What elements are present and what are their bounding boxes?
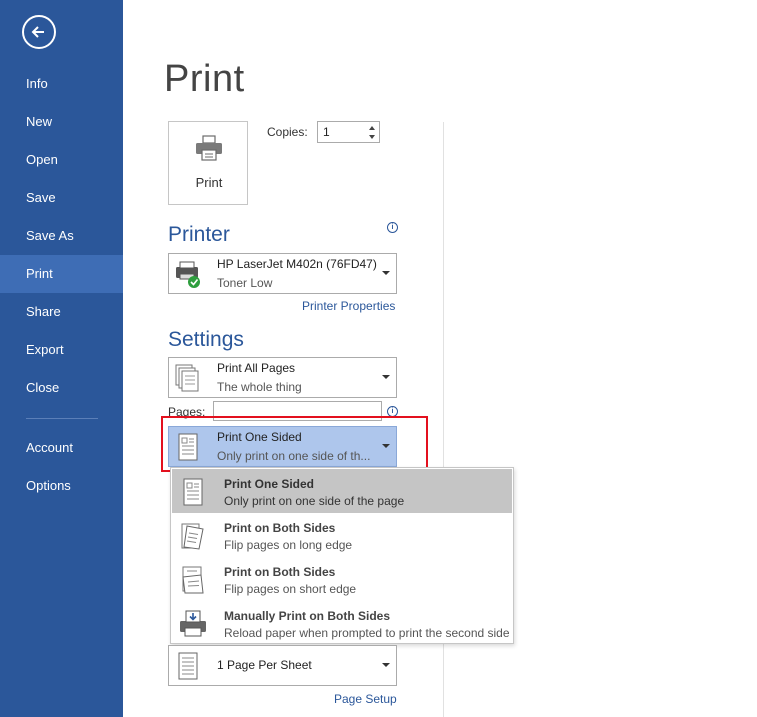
print-pane: Print Print Copies: 1 Printer i HP Laser… [123, 0, 757, 717]
menu-item-subtitle: Flip pages on long edge [224, 538, 353, 552]
menu-item-both-short-edge[interactable]: Print on Both Sides Flip pages on short … [172, 557, 512, 601]
menu-item-subtitle: Only print on one side of the page [224, 494, 405, 508]
one-sided-page-icon [178, 433, 198, 461]
printer-icon [196, 135, 222, 161]
sided-menu: Print One Sided Only print on one side o… [170, 467, 514, 644]
menu-item-subtitle: Flip pages on short edge [224, 582, 357, 596]
nav-item-save-as[interactable]: Save As [0, 217, 123, 255]
print-button[interactable]: Print [168, 121, 248, 205]
spin-up-icon[interactable] [367, 124, 377, 132]
pages-label: Pages: [168, 405, 206, 419]
chevron-down-icon [382, 444, 390, 448]
nav-item-save[interactable]: Save [0, 179, 123, 217]
menu-item-subtitle: Reload paper when prompted to print the … [224, 626, 510, 640]
nav-item-open[interactable]: Open [0, 141, 123, 179]
pages-per-sheet-dropdown[interactable]: 1 Page Per Sheet [168, 645, 397, 686]
menu-item-title: Print on Both Sides [224, 521, 336, 535]
menu-item-both-long-edge[interactable]: Print on Both Sides Flip pages on long e… [172, 513, 512, 557]
nav-item-print[interactable]: Print [0, 255, 123, 293]
printer-name: HP LaserJet M402n (76FD47) [217, 257, 377, 271]
chevron-down-icon [382, 271, 390, 275]
menu-item-one-sided[interactable]: Print One Sided Only print on one side o… [172, 469, 512, 513]
copies-stepper[interactable]: 1 [317, 121, 380, 143]
printer-dropdown[interactable]: HP LaserJet M402n (76FD47) Toner Low [168, 253, 397, 294]
spin-down-icon[interactable] [367, 133, 377, 141]
nav-item-info[interactable]: Info [0, 65, 123, 103]
nav-item-close[interactable]: Close [0, 369, 123, 407]
copies-label: Copies: [267, 125, 308, 139]
nav-item-options[interactable]: Options [0, 467, 123, 505]
page-title: Print [164, 58, 245, 100]
nav-divider [26, 418, 98, 419]
nav-item-new[interactable]: New [0, 103, 123, 141]
printer-status: Toner Low [217, 276, 273, 290]
flip-short-edge-icon [182, 566, 204, 594]
pages-per-sheet-title: 1 Page Per Sheet [217, 658, 312, 672]
backstage-sidebar: Info New Open Save Save As Print Share E… [0, 0, 123, 717]
pages-range-title: Print All Pages [217, 361, 296, 375]
sided-subtitle: Only print on one side of th... [217, 449, 371, 463]
menu-item-title: Print One Sided [224, 477, 315, 491]
pages-range-dropdown[interactable]: Print All Pages The whole thing [168, 357, 397, 398]
info-icon[interactable]: i [387, 222, 398, 233]
printer-properties-link[interactable]: Printer Properties [302, 299, 395, 313]
one-sided-page-icon [183, 478, 203, 506]
settings-heading: Settings [168, 328, 244, 351]
back-arrow-icon [31, 26, 44, 38]
one-page-per-sheet-icon [178, 652, 198, 680]
flip-long-edge-icon [181, 523, 204, 550]
all-pages-icon [175, 364, 199, 392]
nav-item-account[interactable]: Account [0, 429, 123, 467]
sided-dropdown[interactable]: Print One Sided Only print on one side o… [168, 426, 397, 467]
pages-input[interactable] [213, 401, 382, 421]
menu-item-manual-duplex[interactable]: Manually Print on Both Sides Reload pape… [172, 601, 512, 645]
printer-ready-icon [176, 261, 200, 288]
print-button-label: Print [195, 175, 223, 190]
nav-item-export[interactable]: Export [0, 331, 123, 369]
manual-duplex-icon [180, 610, 206, 637]
menu-item-title: Print on Both Sides [224, 565, 336, 579]
sided-title: Print One Sided [217, 430, 302, 444]
nav-item-share[interactable]: Share [0, 293, 123, 331]
back-button[interactable] [22, 15, 56, 49]
copies-value: 1 [323, 125, 330, 139]
chevron-down-icon [382, 375, 390, 379]
info-icon[interactable]: i [387, 406, 398, 417]
pages-range-subtitle: The whole thing [217, 380, 302, 394]
printer-heading: Printer [168, 223, 230, 246]
menu-item-title: Manually Print on Both Sides [224, 609, 391, 623]
chevron-down-icon [382, 663, 390, 667]
page-setup-link[interactable]: Page Setup [334, 692, 397, 706]
